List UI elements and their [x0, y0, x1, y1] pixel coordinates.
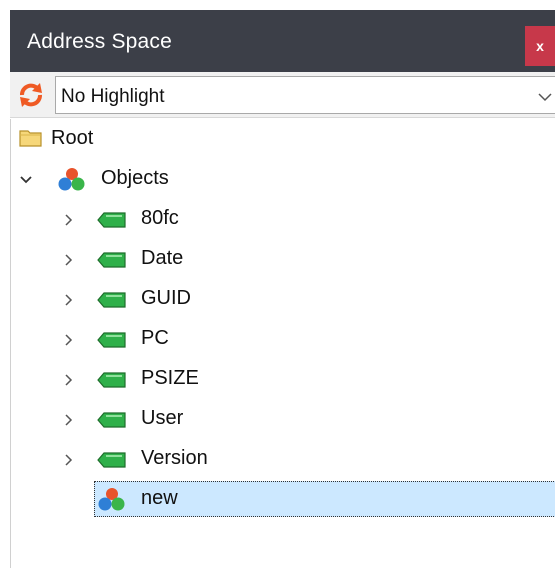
- tree-node-label: PC: [141, 327, 169, 349]
- address-tree: Root Objects 80fc Date GUID PC PSIZE Use…: [10, 119, 555, 568]
- chevron-right-icon[interactable]: [63, 373, 75, 386]
- refresh-icon[interactable]: [14, 81, 48, 109]
- tree-node-label: Version: [141, 447, 208, 469]
- tree-node-child[interactable]: PSIZE: [11, 361, 551, 397]
- chevron-down-icon[interactable]: [19, 173, 32, 185]
- tree-node-label: 80fc: [141, 207, 179, 229]
- tag-icon: [97, 411, 127, 434]
- tree-node-child[interactable]: Version: [11, 441, 551, 477]
- object-icon: [97, 486, 127, 517]
- tree-node-label: new: [141, 487, 178, 509]
- chevron-right-icon[interactable]: [63, 453, 75, 466]
- chevron-right-icon[interactable]: [63, 413, 75, 426]
- tree-node-label: Objects: [101, 167, 169, 189]
- toolbar: No Highlight: [10, 72, 555, 118]
- tree-node-child[interactable]: PC: [11, 321, 551, 357]
- tree-node-label: Root: [51, 127, 94, 149]
- tag-icon: [97, 251, 127, 274]
- tree-node-label: PSIZE: [141, 367, 199, 389]
- tree-node-child[interactable]: GUID: [11, 281, 551, 317]
- tree-node-child[interactable]: 80fc: [11, 201, 551, 237]
- object-icon: [57, 166, 87, 197]
- panel-title: Address Space: [27, 30, 173, 53]
- tree-node-label: User: [141, 407, 184, 429]
- tree-node-child[interactable]: Date: [11, 241, 551, 277]
- tree-node-objects[interactable]: Objects: [11, 161, 551, 197]
- panel-titlebar: Address Space x: [10, 10, 555, 72]
- chevron-right-icon[interactable]: [63, 253, 75, 266]
- tag-icon: [97, 211, 127, 234]
- chevron-right-icon[interactable]: [63, 213, 75, 226]
- folder-icon: [19, 128, 43, 153]
- highlight-select-value: No Highlight: [61, 86, 165, 107]
- tree-node-new[interactable]: new: [94, 481, 555, 517]
- highlight-select[interactable]: No Highlight: [55, 76, 555, 114]
- address-space-panel: Address Space x No Highlight Root Object…: [0, 0, 555, 568]
- tree-node-child[interactable]: User: [11, 401, 551, 437]
- tag-icon: [97, 291, 127, 314]
- tag-icon: [97, 331, 127, 354]
- tree-node-label: GUID: [141, 287, 191, 309]
- chevron-right-icon[interactable]: [63, 293, 75, 306]
- chevron-down-icon: [537, 90, 553, 102]
- tree-node-root[interactable]: Root: [11, 121, 551, 157]
- tree-node-label: Date: [141, 247, 184, 269]
- close-button[interactable]: x: [525, 26, 555, 66]
- tag-icon: [97, 451, 127, 474]
- tag-icon: [97, 371, 127, 394]
- chevron-right-icon[interactable]: [63, 333, 75, 346]
